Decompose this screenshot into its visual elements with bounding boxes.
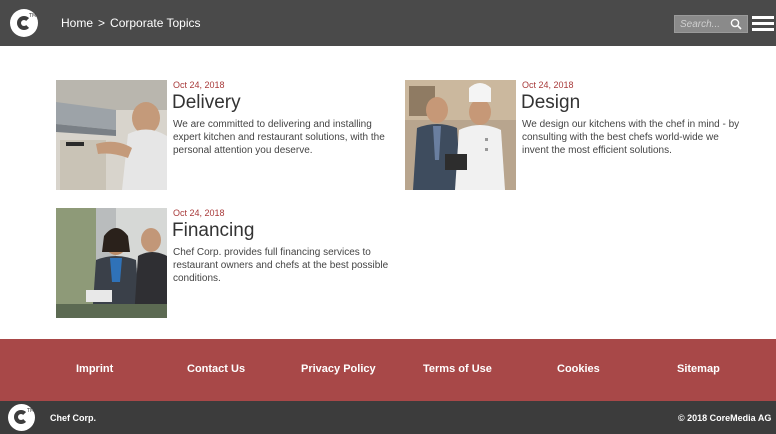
article-text: We design our kitchens with the chef in … [522,119,740,156]
footer-link-cookies[interactable]: Cookies [557,363,600,375]
bottom-bar: TM Chef Corp. © 2018 CoreMedia AG [0,401,776,434]
financing-image[interactable] [56,208,167,318]
article-date: Oct 24, 2018 [522,80,574,90]
footer-link-contact-us[interactable]: Contact Us [187,363,245,375]
breadcrumb: Home > Corporate Topics [61,16,201,30]
design-image[interactable] [405,80,516,190]
search-box [674,15,748,33]
footer-navigation: Imprint Contact Us Privacy Policy Terms … [0,339,776,401]
hamburger-menu-icon[interactable] [752,16,774,32]
logo-icon[interactable]: TM [10,9,38,37]
article-date: Oct 24, 2018 [173,80,225,90]
copyright-text: © 2018 CoreMedia AG [678,413,772,423]
article-text: Chef Corp. provides full financing servi… [173,247,389,284]
footer-link-sitemap[interactable]: Sitemap [677,363,720,375]
article-title[interactable]: Design [521,92,580,114]
footer-link-imprint[interactable]: Imprint [76,363,113,375]
article-title[interactable]: Delivery [172,92,241,114]
delivery-image[interactable] [56,80,167,190]
breadcrumb-separator: > [98,16,106,30]
site-header: TM Home > Corporate Topics [0,0,776,46]
article-teaser-delivery[interactable]: Oct 24, 2018 Delivery We are committed t… [56,80,396,192]
article-teaser-design[interactable]: Oct 24, 2018 Design We design our kitche… [405,80,745,192]
brand-name: Chef Corp. [50,413,96,423]
search-icon[interactable] [730,18,742,30]
article-date: Oct 24, 2018 [173,208,225,218]
footer-link-terms-of-use[interactable]: Terms of Use [423,363,492,375]
footer-link-privacy-policy[interactable]: Privacy Policy [301,363,376,375]
article-teaser-financing[interactable]: Oct 24, 2018 Financing Chef Corp. provid… [56,208,396,320]
article-title[interactable]: Financing [172,220,254,242]
footer-logo-icon[interactable]: TM [8,404,35,431]
breadcrumb-current: Corporate Topics [110,16,201,30]
search-input[interactable] [675,16,723,32]
breadcrumb-home-link[interactable]: Home [61,16,93,30]
article-text: We are committed to delivering and insta… [173,119,385,156]
